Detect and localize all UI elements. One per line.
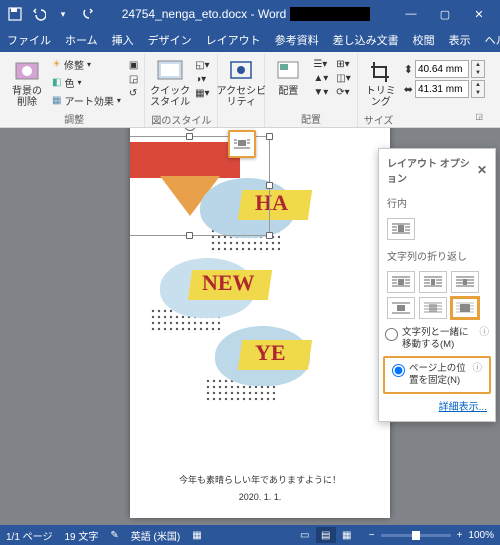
alt-text-button[interactable]: アクセシビ リティ [222, 56, 260, 110]
wrap-section-label: 文字列の折り返し [379, 244, 495, 267]
layout-options-button[interactable] [228, 130, 256, 158]
group-size: サイズ◲ [362, 112, 485, 127]
view-web-icon[interactable]: ▦ [337, 527, 357, 543]
option-move-with-text[interactable]: 文字列と一緒に移動する(M) ⓘ [379, 323, 495, 356]
forward-icon[interactable]: ▲▾ [311, 72, 330, 85]
group-adjust: 調整 [8, 110, 140, 127]
radio-fix-position[interactable] [392, 364, 405, 377]
tab-references[interactable]: 参考資料 [268, 28, 326, 52]
group-icon[interactable]: ◫▾ [334, 72, 352, 85]
tab-review[interactable]: 校閲 [406, 28, 442, 52]
status-acc-icon[interactable]: ▦ [192, 530, 201, 541]
wrap-through[interactable] [451, 271, 479, 293]
layout-options-callout: レイアウト オプション ✕ 行内 文字列の折り返し 文字列と一緒に移動する(M)… [378, 148, 496, 422]
status-words[interactable]: 19 文字 [64, 528, 98, 543]
radio-move-with-text[interactable] [385, 328, 398, 341]
quick-styles-button[interactable]: クイック スタイル [151, 56, 189, 110]
callout-title: レイアウト オプション [387, 155, 477, 185]
rotate-handle[interactable]: ⟳ [184, 128, 196, 131]
height-input[interactable] [415, 60, 469, 78]
tab-home[interactable]: ホーム [58, 28, 105, 52]
wrap-front[interactable] [451, 297, 479, 319]
callout-close-icon[interactable]: ✕ [477, 163, 487, 177]
greeting-text: 今年も素晴らしい年でありますように！ [130, 473, 390, 486]
wrap-behind[interactable] [419, 297, 447, 319]
group-styles: 図のスタイル [149, 112, 213, 127]
window-controls: — ▢ ✕ [394, 0, 496, 28]
change-icon[interactable]: ◲ [127, 73, 140, 86]
redo-icon[interactable] [76, 3, 98, 25]
document-area[interactable]: HA NEW YE ⟳ 今年も素晴らしい年でありますように！ 2020. 1. … [0, 128, 500, 525]
height-icon: ⬍ [404, 63, 413, 76]
zoom-in-button[interactable]: + [457, 530, 463, 541]
effects-button[interactable]: ▦アート効果▾ [50, 92, 123, 109]
rotate-icon[interactable]: ⟳▾ [334, 86, 352, 99]
option-fix-position[interactable]: ページ上の位置を固定(N) ⓘ [386, 359, 488, 392]
color-button[interactable]: ◧色▾ [50, 74, 123, 91]
callout-more-link[interactable]: 詳細表示... [379, 394, 495, 421]
crop-button[interactable]: トリミング [362, 56, 400, 110]
status-bar: 1/1 ページ 19 文字 ✎ 英語 (米国) ▦ ▭ ▤ ▦ − + 100% [0, 525, 500, 545]
page: HA NEW YE ⟳ 今年も素晴らしい年でありますように！ 2020. 1. … [130, 128, 390, 518]
zoom-slider[interactable] [381, 534, 451, 537]
status-page[interactable]: 1/1 ページ [6, 528, 52, 543]
window-title: 24754_nenga_eto.docx - Word [102, 7, 390, 22]
maximize-button[interactable]: ▢ [428, 0, 462, 28]
layout-icon[interactable]: ▦▾ [193, 87, 211, 100]
group-arrange: 配置 [269, 110, 352, 127]
tab-view[interactable]: 表示 [442, 28, 478, 52]
position-button[interactable]: 配置 [269, 56, 307, 99]
tab-help[interactable]: ヘルプ [478, 28, 500, 52]
wrap-icon[interactable]: ☰▾ [311, 58, 330, 71]
qat-more-icon[interactable]: ▾ [52, 3, 74, 25]
zoom-level[interactable]: 100% [468, 530, 494, 541]
save-icon[interactable] [4, 3, 26, 25]
wrap-topbottom[interactable] [387, 297, 415, 319]
inline-section-label: 行内 [379, 191, 495, 214]
compress-icon[interactable]: ▣ [127, 59, 140, 72]
status-lang[interactable]: 英語 (米国) [131, 528, 180, 543]
ribbon: 背景の削除 ☀修整▾ ◧色▾ ▦アート効果▾ ▣ ◲ ↺ 調整 クイック スタイ… [0, 52, 500, 128]
title-bar: ▾ 24754_nenga_eto.docx - Word — ▢ ✕ [0, 0, 500, 28]
backward-icon[interactable]: ▼▾ [311, 86, 330, 99]
height-spinner[interactable]: ⬍ ▲▼ [404, 60, 485, 78]
tab-design[interactable]: デザイン [141, 28, 199, 52]
tab-insert[interactable]: 挿入 [105, 28, 141, 52]
date-text: 2020. 1. 1. [130, 492, 390, 502]
wrap-inline[interactable] [387, 218, 415, 240]
wrap-square[interactable] [387, 271, 415, 293]
border-icon[interactable]: ◱▾ [193, 59, 211, 72]
tab-layout[interactable]: レイアウト [199, 28, 268, 52]
reset-icon[interactable]: ↺ [127, 87, 140, 100]
view-print-icon[interactable]: ▤ [316, 527, 336, 543]
align-icon[interactable]: ⊞▾ [334, 58, 352, 71]
tab-file[interactable]: ファイル [0, 28, 58, 52]
minimize-button[interactable]: — [394, 0, 428, 28]
ribbon-tabs: ファイル ホーム 挿入 デザイン レイアウト 参考資料 差し込み文書 校閲 表示… [0, 28, 500, 52]
width-input[interactable] [415, 80, 469, 98]
width-spinner[interactable]: ⬌ ▲▼ [404, 80, 485, 98]
status-proof-icon[interactable]: ✎ [110, 530, 118, 541]
width-icon: ⬌ [404, 83, 413, 96]
undo-icon[interactable] [28, 3, 50, 25]
view-read-icon[interactable]: ▭ [295, 527, 315, 543]
close-button[interactable]: ✕ [462, 0, 496, 28]
text-ye: YE [255, 340, 286, 366]
remove-background-button[interactable]: 背景の削除 [8, 56, 46, 110]
corrections-button[interactable]: ☀修整▾ [50, 56, 123, 73]
tab-mailings[interactable]: 差し込み文書 [326, 28, 406, 52]
effects-icon[interactable]: ◑▾ [193, 73, 211, 86]
wrap-tight[interactable] [419, 271, 447, 293]
quick-access-toolbar: ▾ [4, 3, 98, 25]
zoom-out-button[interactable]: − [369, 530, 375, 541]
text-new: NEW [202, 270, 255, 296]
